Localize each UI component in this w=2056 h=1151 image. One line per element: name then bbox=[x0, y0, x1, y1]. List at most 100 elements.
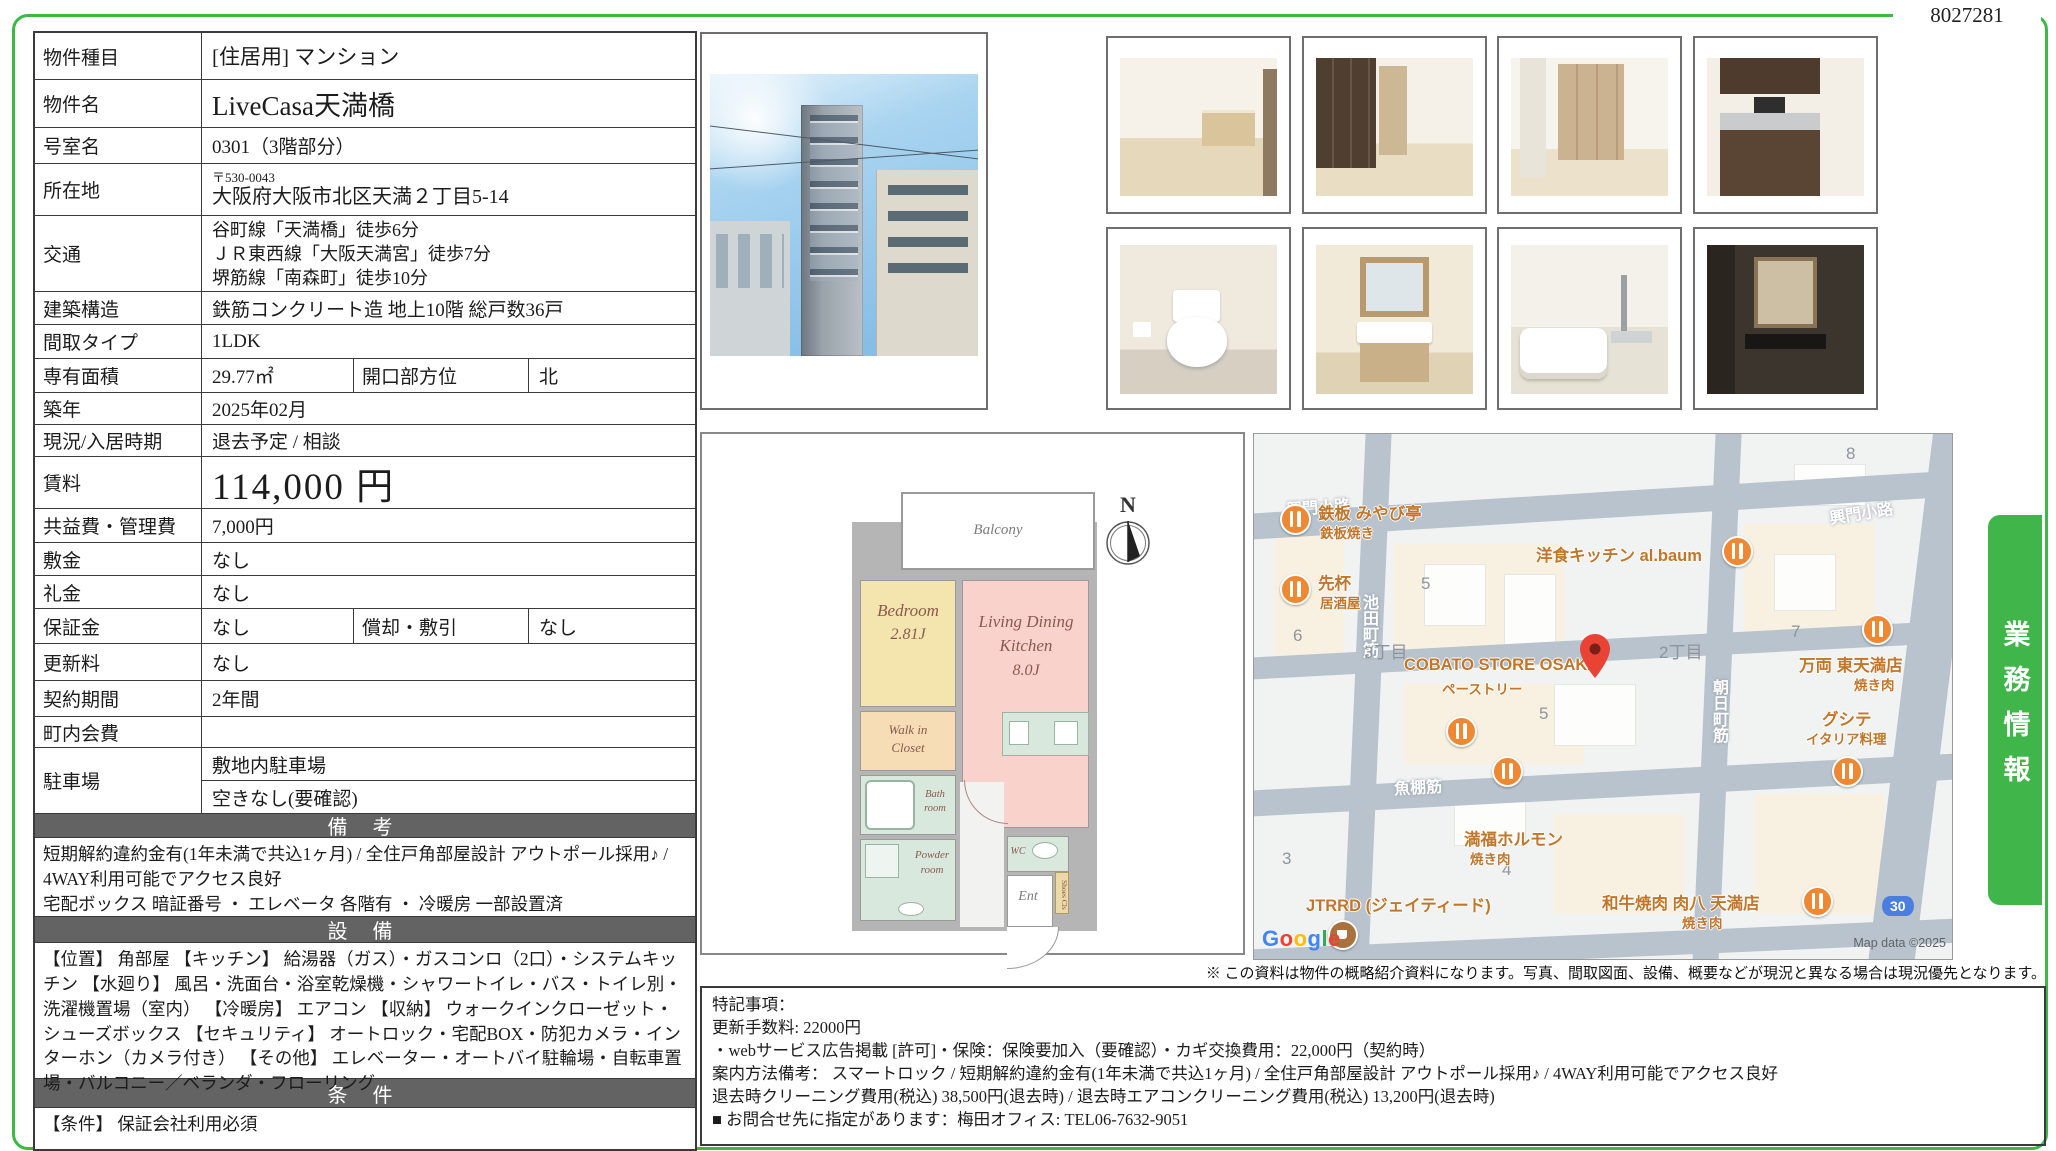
photo-kitchen bbox=[1693, 36, 1878, 214]
dark-sliding-doors bbox=[1316, 58, 1376, 168]
sky bbox=[710, 74, 978, 356]
table-row: 礼金 なし bbox=[35, 576, 695, 609]
notes-line: 案内方法備考： スマートロック / 短期解約違約金有(1年未満で共込1ヶ月) /… bbox=[712, 1062, 2034, 1085]
table-row: 交通 谷町線「天満橋」徒歩6分 ＪＲ東西線「大阪天満宮」徒歩7分 堺筋線「南森町… bbox=[35, 216, 695, 292]
access-cell: 谷町線「天満橋」徒歩6分 ＪＲ東西線「大阪天満宮」徒歩7分 堺筋線「南森町」徒歩… bbox=[202, 216, 695, 291]
address-cell: 〒530-0043 大阪府大阪市北区天満２丁目5-14 bbox=[202, 164, 695, 215]
ldk-label-1: Living Dining bbox=[979, 612, 1074, 632]
parking-cell: 敷地内駐車場 空きなし(要確認) bbox=[202, 748, 695, 813]
restaurant-icon bbox=[1832, 756, 1863, 787]
washer-space bbox=[865, 844, 899, 878]
north-label: N bbox=[1120, 492, 1136, 518]
equipment-box: 【位置】 角部屋 【キッチン】 給湯器（ガス）・ガスコンロ（2口）・システムキッ… bbox=[35, 943, 695, 1079]
row-value2: 北 bbox=[529, 359, 695, 392]
notes-line: 退去時クリーニング費用(税込) 38,500円(退去時) / 退去時エアコンクリ… bbox=[712, 1085, 2034, 1108]
row-value: 2年間 bbox=[202, 681, 695, 716]
google-logo: Google bbox=[1262, 926, 1341, 952]
ldk-photo-content bbox=[1120, 58, 1277, 196]
property-name: LiveCasa天満橋 bbox=[202, 80, 695, 127]
row-label: 物件種目 bbox=[35, 33, 202, 79]
map-pin-icon bbox=[1580, 634, 1610, 678]
row-value: 29.77㎡ bbox=[202, 359, 354, 392]
wic-label-2: Closet bbox=[891, 740, 924, 756]
photo-vanity-dark bbox=[1693, 227, 1878, 410]
notes-line: ・webサービス広告掲載 [許可]・保険：保険要加入（要確認）・カギ交換費用：2… bbox=[712, 1039, 2034, 1062]
row-label: 賃料 bbox=[35, 457, 202, 508]
document-number-area: 8027281 bbox=[1893, 0, 2041, 30]
address: 大阪府大阪市北区天満２丁目5-14 bbox=[212, 185, 695, 209]
poi-genre: 焼き肉 bbox=[1854, 674, 1895, 694]
row-label: 現況/入居時期 bbox=[35, 425, 202, 456]
restaurant-icon bbox=[1492, 756, 1523, 787]
row-label: 間取タイプ bbox=[35, 325, 202, 358]
logo-letter: G bbox=[1262, 926, 1280, 951]
disclaimer-text: ※ この資料は物件の概略紹介資料になります。写真、間取図面、設備、概要などが現況… bbox=[700, 962, 2046, 983]
street-label: 魚棚筋 bbox=[1393, 773, 1442, 799]
row-value: 退去予定 / 相談 bbox=[202, 425, 695, 456]
table-row: 物件種目 [住居用] マンション bbox=[35, 33, 695, 80]
poi-genre: ペーストリー bbox=[1442, 678, 1522, 698]
stainless-counter bbox=[1720, 113, 1820, 130]
shower-bar bbox=[1621, 275, 1627, 335]
row-value bbox=[202, 717, 695, 747]
wc-label: WC bbox=[1011, 846, 1026, 857]
vanity-mirror bbox=[1754, 257, 1817, 329]
location-map: 興門小路 興門小路 池田町筋 朝日町筋 魚棚筋 8 7 5 6 5 3丁目 2丁… bbox=[1253, 433, 1953, 960]
block-number: 3 bbox=[1282, 849, 1291, 869]
row-value: なし bbox=[202, 543, 695, 575]
table-row: 敷金 なし bbox=[35, 543, 695, 576]
row-label: 共益費・管理費 bbox=[35, 509, 202, 542]
row-label: 更新料 bbox=[35, 644, 202, 680]
balcony-label: Balcony bbox=[973, 522, 1022, 539]
business-info-tab-label: 業務情報 bbox=[1996, 620, 2035, 800]
access-line: 堺筋線「南森町」徒歩10分 bbox=[212, 266, 695, 290]
map-building bbox=[1554, 684, 1636, 746]
row-label: 建築構造 bbox=[35, 292, 202, 324]
dark-wall bbox=[1707, 245, 1735, 394]
row-value: なし bbox=[202, 576, 695, 608]
bath-label-2: room bbox=[924, 803, 946, 814]
photo-bedroom-sliding-doors bbox=[1302, 36, 1487, 214]
right-building bbox=[876, 170, 978, 356]
toilet-bowl bbox=[1167, 317, 1227, 368]
row-value: なし bbox=[202, 609, 354, 643]
table-row: 更新料 なし bbox=[35, 644, 695, 681]
toilet-shape bbox=[1032, 842, 1058, 859]
doorway bbox=[1263, 69, 1277, 196]
row-label: 契約期間 bbox=[35, 681, 202, 716]
table-row: 賃料 114,000 円 bbox=[35, 457, 695, 509]
row-label: 敷金 bbox=[35, 543, 202, 575]
poi-label: 先杯 bbox=[1318, 570, 1351, 594]
shoes-closet-label: Shoes Cls bbox=[1055, 875, 1069, 915]
poi-genre: 焼き肉 bbox=[1682, 912, 1723, 932]
restaurant-icon bbox=[1722, 536, 1753, 567]
row-value: なし bbox=[202, 644, 695, 680]
bath-label-1: Bath bbox=[925, 789, 945, 800]
table-row: 現況/入居時期 退去予定 / 相談 bbox=[35, 425, 695, 457]
table-row: 保証金 なし 償却・敷引 なし bbox=[35, 609, 695, 644]
row-label: 物件名 bbox=[35, 80, 202, 127]
route-shield: 30 bbox=[1882, 896, 1914, 916]
washbasin-photo-content bbox=[1316, 245, 1473, 394]
block-number: 8 bbox=[1846, 444, 1855, 464]
powder-label-1: Powder bbox=[915, 849, 949, 861]
poi-genre: 焼き肉 bbox=[1470, 848, 1511, 868]
kitchen-counter-shape bbox=[1002, 712, 1089, 756]
mirror-cabinet bbox=[1360, 257, 1429, 317]
photo-toilet bbox=[1106, 227, 1291, 410]
row-label: 所在地 bbox=[35, 164, 202, 215]
poi-label: グシテ bbox=[1822, 706, 1872, 730]
row-value: [住居用] マンション bbox=[202, 33, 695, 79]
entrance-label: Ent bbox=[1018, 889, 1037, 905]
vanity-photo-content bbox=[1707, 245, 1864, 394]
poi-label: COBATO STORE OSAKA bbox=[1404, 656, 1599, 675]
restaurant-icon bbox=[1280, 574, 1311, 605]
wic-label-1: Walk in bbox=[889, 722, 928, 738]
compass-icon bbox=[1100, 518, 1156, 568]
notes-line: 特記事項： bbox=[712, 993, 2034, 1016]
table-row: 間取タイプ 1LDK bbox=[35, 325, 695, 359]
row-label: 専有面積 bbox=[35, 359, 202, 392]
block-number: 5 bbox=[1421, 574, 1430, 594]
powder-label-2: room bbox=[921, 864, 944, 876]
row-label: 築年 bbox=[35, 393, 202, 424]
